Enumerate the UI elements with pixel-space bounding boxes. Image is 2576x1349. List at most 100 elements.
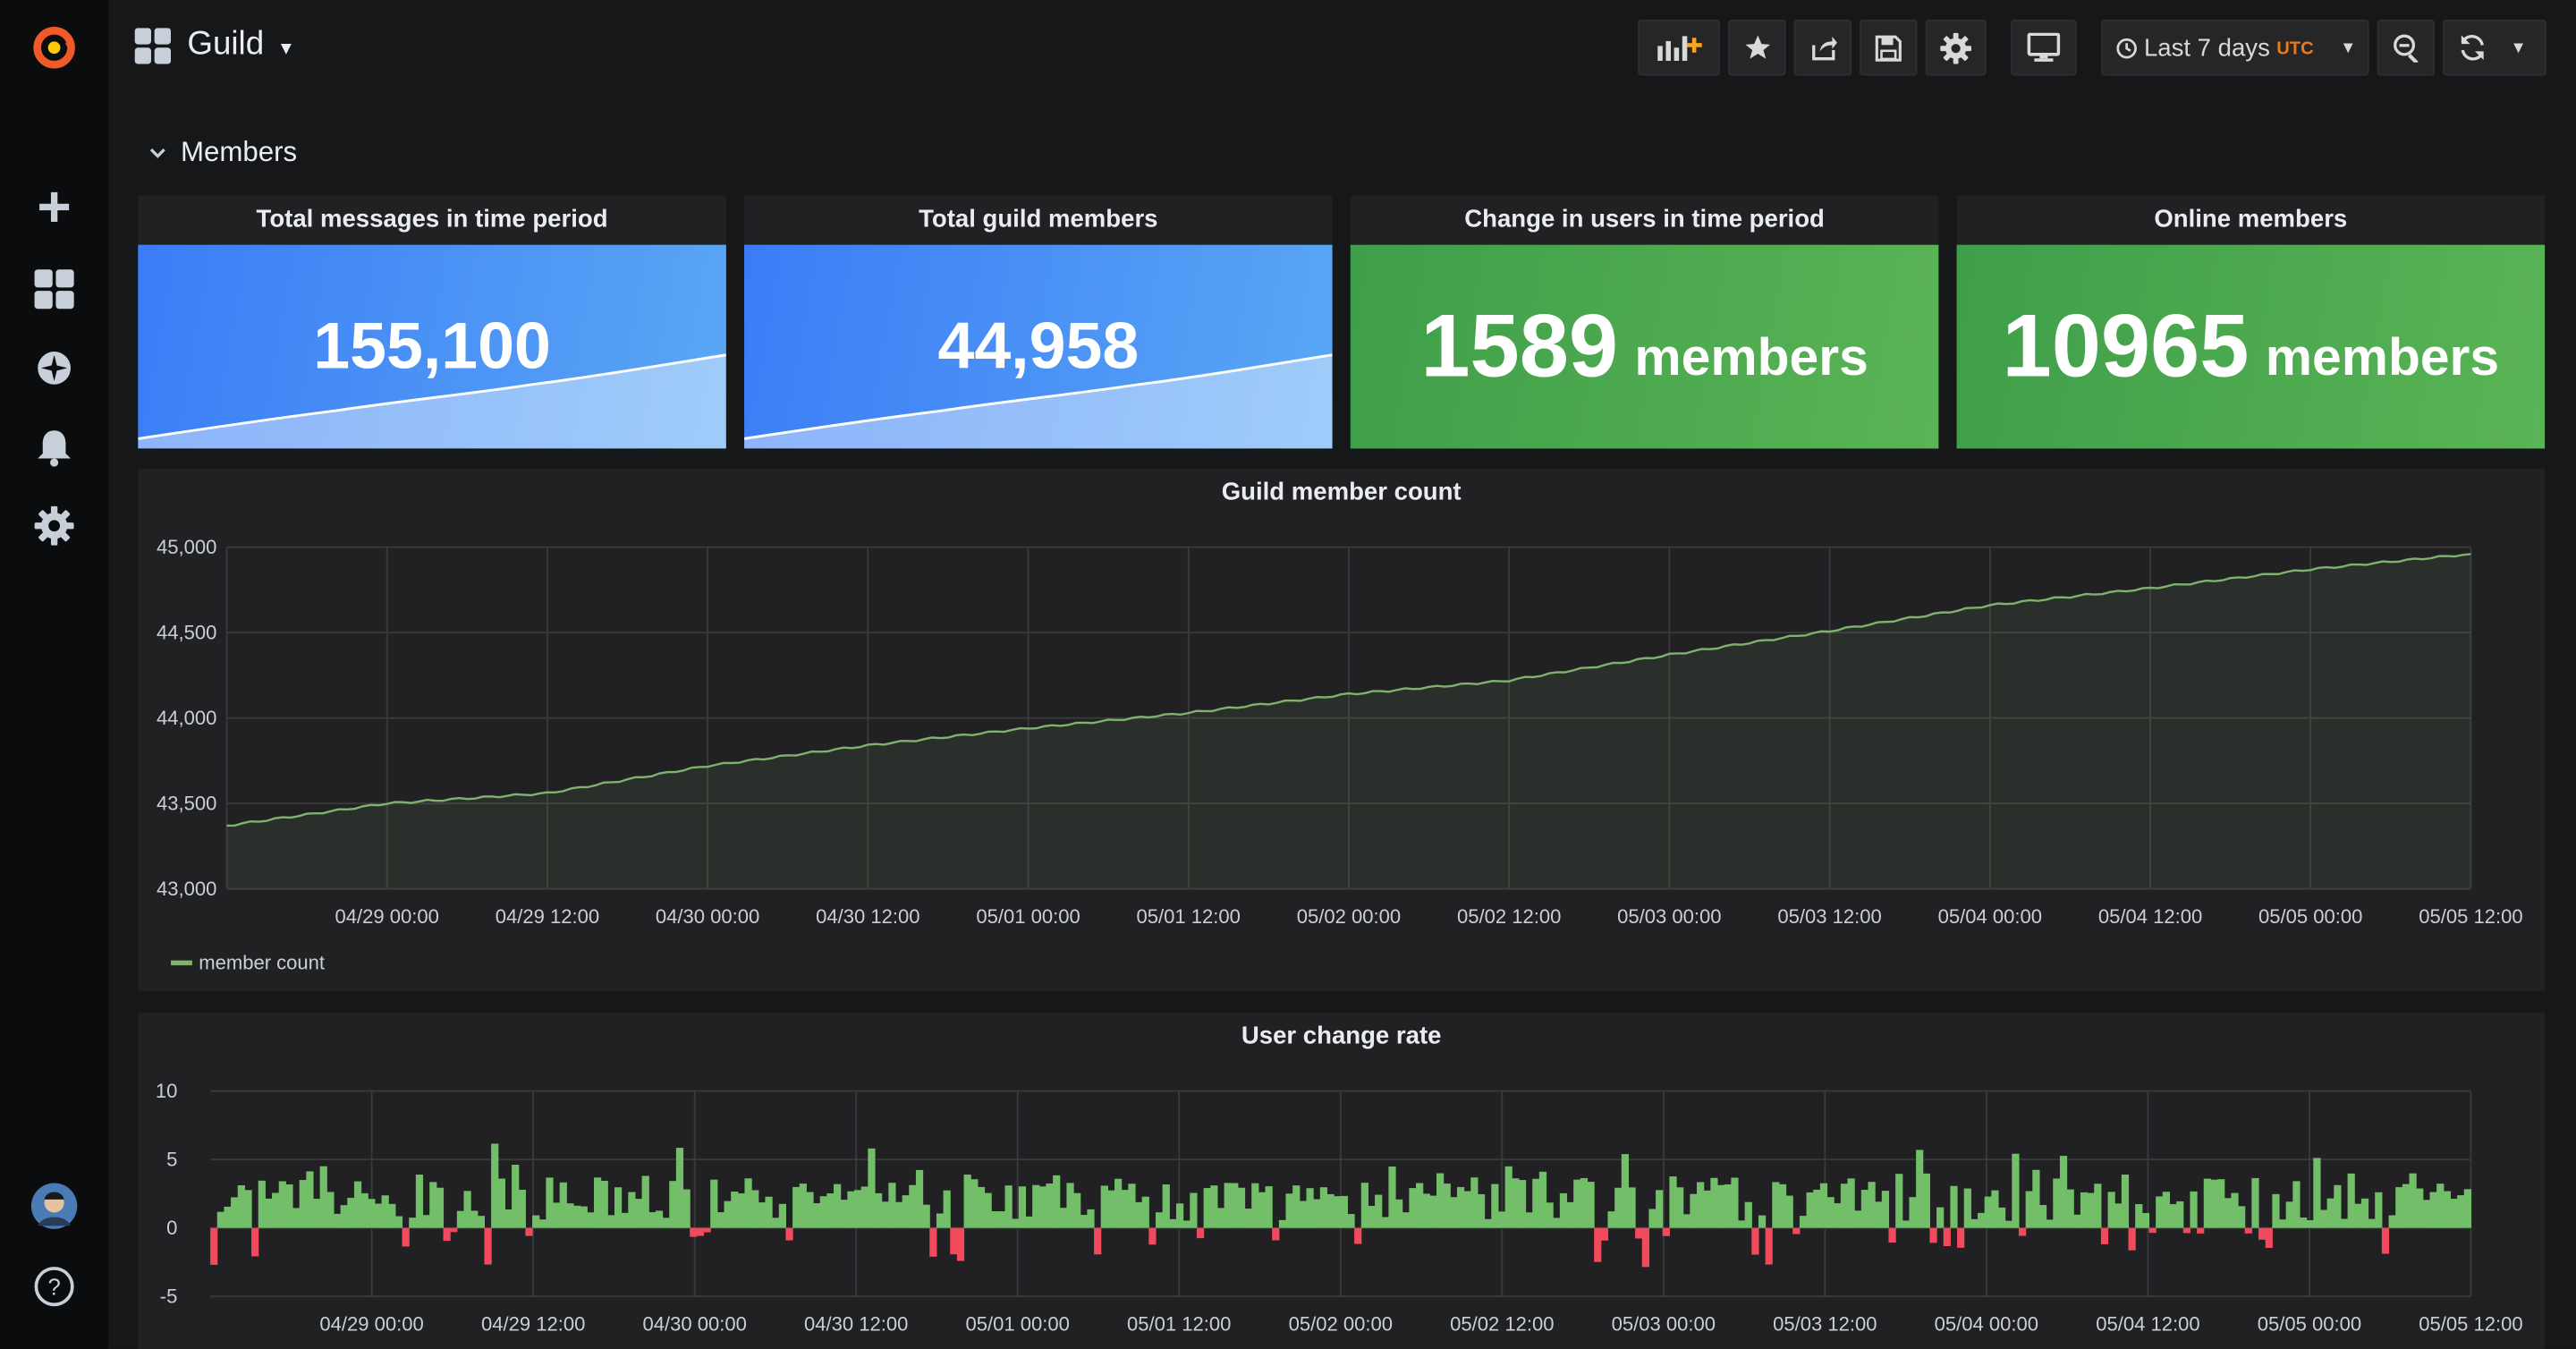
change-rate-bar xyxy=(306,1171,314,1228)
change-rate-bar xyxy=(2354,1203,2362,1228)
add-panel-icon xyxy=(1657,36,1702,61)
change-rate-bar xyxy=(997,1211,1006,1228)
change-rate-bar xyxy=(360,1192,369,1228)
change-rate-bar xyxy=(1018,1186,1027,1228)
change-rate-bar xyxy=(1594,1227,1602,1262)
legend-label[interactable]: member count xyxy=(199,952,325,974)
change-rate-bar xyxy=(299,1180,307,1228)
change-rate-bar xyxy=(2197,1227,2205,1234)
cycle-view-mode-button[interactable] xyxy=(2011,20,2077,76)
star-dashboard-button[interactable] xyxy=(1728,20,1786,76)
change-rate-bar xyxy=(785,1227,793,1241)
stat-panel-total-messages[interactable]: Total messages in time period 155,100 xyxy=(138,195,726,449)
time-range-picker[interactable]: Last 7 days UTC ▼ xyxy=(2101,20,2369,76)
share-dashboard-button[interactable] xyxy=(1793,20,1852,76)
change-rate-bar xyxy=(429,1182,437,1228)
dashboard-grid-icon xyxy=(134,27,172,64)
change-rate-bar xyxy=(1559,1192,1568,1228)
explore-compass-icon[interactable] xyxy=(30,344,79,393)
create-plus-icon[interactable] xyxy=(30,182,79,232)
x-tick-label: 05/01 00:00 xyxy=(976,905,1080,928)
help-icon[interactable]: ? xyxy=(30,1262,79,1311)
zoom-out-button[interactable] xyxy=(2377,20,2436,76)
change-rate-bar xyxy=(1265,1186,1273,1228)
change-rate-bar xyxy=(868,1148,876,1228)
change-rate-bar xyxy=(2463,1189,2472,1228)
change-rate-bar xyxy=(224,1206,232,1228)
caret-down-icon: ▼ xyxy=(276,38,295,59)
change-rate-bar xyxy=(1422,1193,1430,1228)
change-rate-bar xyxy=(1244,1209,1252,1228)
zoom-out-icon xyxy=(2393,34,2418,63)
change-rate-bar xyxy=(566,1203,574,1228)
change-rate-bar xyxy=(2018,1227,2027,1236)
change-rate-bar xyxy=(2135,1204,2143,1228)
change-rate-bar xyxy=(2429,1192,2437,1228)
graph-panel-guild-member-count[interactable]: Guild member count 45,000 44,500 44,000 43,… xyxy=(138,468,2546,991)
change-rate-bar xyxy=(2025,1191,2033,1228)
change-rate-bar xyxy=(1703,1190,1711,1228)
change-rate-bar xyxy=(1532,1178,1540,1228)
change-rate-bar xyxy=(902,1195,910,1228)
change-rate-bar xyxy=(977,1186,986,1228)
change-rate-bar xyxy=(799,1184,807,1228)
x-tick-label: 05/01 00:00 xyxy=(966,1313,1070,1336)
change-rate-bar xyxy=(484,1227,492,1265)
refresh-interval-caret-icon[interactable]: ▼ xyxy=(2511,38,2527,56)
dashboard-settings-button[interactable] xyxy=(1925,20,1987,76)
user-avatar[interactable] xyxy=(30,1182,79,1231)
change-rate-bar xyxy=(2217,1179,2225,1228)
x-tick-label: 04/30 12:00 xyxy=(816,905,919,928)
change-rate-bar xyxy=(909,1184,917,1228)
x-tick-label: 05/02 12:00 xyxy=(1450,1313,1554,1336)
x-tick-label: 05/04 00:00 xyxy=(1935,1313,2038,1336)
change-rate-bar xyxy=(1463,1191,1471,1228)
change-rate-bar xyxy=(1319,1187,1328,1228)
change-rate-bar xyxy=(231,1197,239,1228)
change-rate-bar xyxy=(1553,1217,1561,1228)
stat-unit: members xyxy=(1634,326,1868,386)
alerting-bell-icon[interactable] xyxy=(30,422,79,471)
change-rate-bar xyxy=(2402,1184,2411,1228)
add-panel-button[interactable] xyxy=(1638,20,1721,76)
user-change-rate-chart: 10 5 0 -5 04/29 00:00 04/29 12:00 04/30 00:00… xyxy=(156,1080,2523,1336)
change-rate-bar xyxy=(1340,1195,1348,1228)
refresh-button[interactable]: ▼ xyxy=(2443,20,2546,76)
change-rate-bar xyxy=(724,1201,732,1228)
save-dashboard-button[interactable] xyxy=(1860,20,1918,76)
change-rate-bar xyxy=(2416,1188,2424,1228)
change-rate-bar xyxy=(593,1177,602,1228)
change-rate-bar xyxy=(2004,1220,2012,1228)
stat-panel-online-members[interactable]: Online members 10965 members xyxy=(1956,195,2546,449)
change-rate-bar xyxy=(915,1169,924,1228)
change-rate-bar xyxy=(333,1213,342,1228)
panel-title: Online members xyxy=(2154,205,2348,233)
stat-panel-change-in-users[interactable]: Change in users in time period 1589 memb… xyxy=(1350,195,1939,449)
stat-background: 10965 members xyxy=(1956,244,2546,449)
change-rate-bar xyxy=(1456,1186,1465,1228)
change-rate-bar xyxy=(1429,1195,1437,1228)
change-rate-bar xyxy=(388,1203,396,1228)
stat-panel-total-guild-members[interactable]: Total guild members 44,958 xyxy=(744,195,1333,449)
row-header[interactable]: Members xyxy=(148,136,297,169)
change-rate-bar xyxy=(792,1186,801,1228)
change-rate-bar xyxy=(1744,1201,1752,1228)
change-rate-bar xyxy=(2038,1205,2047,1228)
clock-icon xyxy=(2116,38,2137,58)
change-rate-bar xyxy=(2032,1169,2040,1228)
dashboards-grid-icon[interactable] xyxy=(30,265,79,314)
dashboard-picker[interactable]: Guild ▼ xyxy=(134,26,295,64)
change-rate-bar xyxy=(2422,1200,2431,1228)
change-rate-bar xyxy=(826,1193,835,1228)
change-rate-bar xyxy=(1203,1188,1211,1228)
stat-unit: members xyxy=(2265,326,2500,386)
configuration-gear-icon[interactable] xyxy=(30,501,79,550)
change-rate-bar xyxy=(415,1175,424,1228)
change-rate-bar xyxy=(2340,1218,2349,1228)
graph-panel-user-change-rate[interactable]: User change rate 10 5 0 -5 04/29 00:00 04/29… xyxy=(138,1012,2546,1349)
change-rate-bar xyxy=(2299,1217,2308,1228)
grafana-logo-icon[interactable] xyxy=(30,23,79,72)
change-rate-bar xyxy=(2046,1219,2054,1228)
change-rate-bar xyxy=(1819,1183,1828,1228)
change-rate-bar xyxy=(2326,1198,2334,1228)
